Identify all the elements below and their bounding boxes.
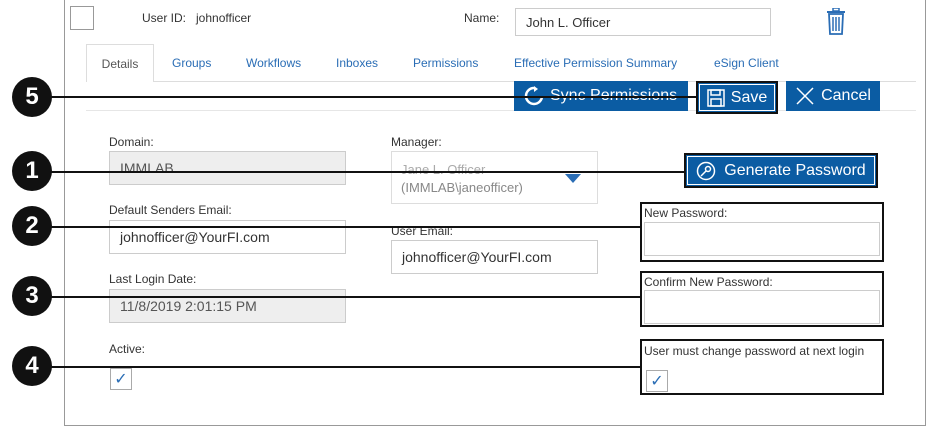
callout-line-1 xyxy=(40,171,684,173)
new-password-label: New Password: xyxy=(644,206,728,220)
tab-details-label: Details xyxy=(101,56,139,71)
tab-inboxes[interactable]: Inboxes xyxy=(336,56,378,70)
callout-5: 5 xyxy=(12,77,52,117)
close-icon xyxy=(795,86,815,106)
callout-line-3 xyxy=(40,296,640,298)
manager-value-line2: (IMMLAB\janeofficer) xyxy=(401,180,523,195)
cancel-label: Cancel xyxy=(821,87,871,104)
save-icon xyxy=(707,88,725,107)
domain-label: Domain: xyxy=(109,135,154,149)
manager-select[interactable]: Jane L. Officer (IMMLAB\janeofficer) xyxy=(391,151,598,204)
new-password-group: New Password: xyxy=(640,202,884,262)
callout-2: 2 xyxy=(12,206,52,246)
new-password-input[interactable] xyxy=(644,222,880,256)
select-checkbox[interactable] xyxy=(70,6,94,30)
last-login-date-field: 11/8/2019 2:01:15 PM xyxy=(109,289,346,323)
name-input[interactable]: John L. Officer xyxy=(515,8,771,36)
callout-4: 4 xyxy=(12,346,52,386)
key-icon xyxy=(696,161,716,181)
cancel-button[interactable]: Cancel xyxy=(786,81,880,111)
save-button[interactable]: Save xyxy=(696,81,778,114)
last-login-date-label: Last Login Date: xyxy=(109,272,197,286)
tab-details[interactable]: Details xyxy=(86,44,154,82)
tab-permissions[interactable]: Permissions xyxy=(413,56,478,70)
generate-password-button[interactable]: Generate Password xyxy=(684,153,878,188)
confirm-password-input[interactable] xyxy=(644,290,880,324)
callout-line-4 xyxy=(40,366,640,368)
domain-field: IMMLAB xyxy=(109,151,346,185)
checkmark-icon: ✓ xyxy=(114,371,128,388)
tab-groups[interactable]: Groups xyxy=(172,56,211,70)
active-label: Active: xyxy=(109,342,146,356)
confirm-password-label: Confirm New Password: xyxy=(644,275,773,289)
callout-3: 3 xyxy=(12,276,52,316)
tab-effective-permission-summary[interactable]: Effective Permission Summary xyxy=(514,56,677,70)
user-email-field[interactable]: johnofficer@YourFI.com xyxy=(391,240,598,274)
callout-line-5 xyxy=(40,96,696,98)
callout-1: 1 xyxy=(12,151,52,191)
manager-label: Manager: xyxy=(391,135,442,149)
trash-icon[interactable] xyxy=(824,7,848,36)
tab-esign-client[interactable]: eSign Client xyxy=(714,56,779,70)
confirm-password-group: Confirm New Password: xyxy=(640,271,884,327)
active-checkbox[interactable]: ✓ xyxy=(110,368,132,390)
generate-password-label: Generate Password xyxy=(724,161,866,179)
chevron-down-icon xyxy=(565,174,581,183)
tab-workflows[interactable]: Workflows xyxy=(246,56,301,70)
manager-value-line1: Jane L. Officer xyxy=(401,162,486,177)
checkmark-icon: ✓ xyxy=(650,373,664,390)
must-change-password-label: User must change password at next login xyxy=(644,344,865,358)
must-change-password-group: User must change password at next login … xyxy=(640,339,884,395)
user-id-value: johnofficer xyxy=(196,11,252,25)
save-label: Save xyxy=(730,88,768,106)
default-senders-email-label: Default Senders Email: xyxy=(109,203,232,217)
user-id-label: User ID: xyxy=(142,11,187,25)
callout-line-2 xyxy=(40,226,640,228)
must-change-password-checkbox[interactable]: ✓ xyxy=(646,370,668,392)
name-label: Name: xyxy=(464,11,500,25)
